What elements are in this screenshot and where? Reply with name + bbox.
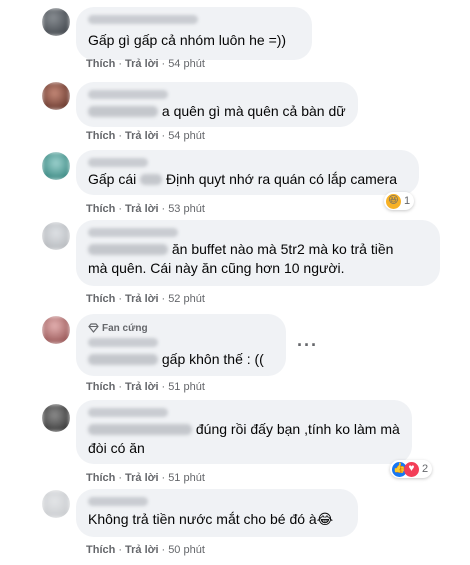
love-reaction-icon: ♥ (404, 461, 419, 477)
haha-reaction-icon: 😆 (386, 193, 401, 209)
timestamp[interactable]: 52 phút (168, 293, 205, 305)
comment-actions: Thích · Trả lời · 52 phút (86, 293, 205, 305)
like-button[interactable]: Thích (86, 381, 115, 393)
like-button[interactable]: Thích (86, 203, 115, 215)
author-name[interactable] (88, 90, 168, 99)
more-options-icon[interactable]: ··· (297, 336, 318, 354)
reaction-count[interactable]: 😆 1 (384, 192, 415, 210)
comment-bubble: Gấp cái Định quyt nhớ ra quán có lắp cam… (76, 150, 419, 195)
like-button[interactable]: Thích (86, 293, 115, 305)
author-name[interactable] (88, 338, 158, 347)
reply-button[interactable]: Trả lời (125, 472, 159, 484)
comment-text: Không trả tiền nước mắt cho bé đó à😂 (88, 511, 334, 527)
timestamp[interactable]: 54 phút (168, 130, 205, 142)
comment-1: Gấp gì gấp cả nhóm luôn he =)) Thích · Trả… (0, 0, 470, 78)
comment-text: gấp khôn thế : (( (88, 350, 274, 369)
comment-6: đúng rồi đấy bạn ,tính ko làm mà đòi có … (0, 396, 470, 484)
comment-actions: Thích · Trả lời · 50 phút (86, 544, 205, 556)
comment-actions: Thích · Trả lời · 51 phút (86, 381, 205, 393)
timestamp[interactable]: 51 phút (168, 381, 205, 393)
avatar[interactable] (42, 8, 70, 36)
like-button[interactable]: Thích (86, 130, 115, 142)
comment-text-line-1: đúng rồi đấy bạn ,tính ko làm mà (88, 420, 400, 439)
avatar[interactable] (42, 316, 70, 344)
reaction-count[interactable]: 👍 ♥ 2 (390, 460, 433, 478)
timestamp[interactable]: 51 phút (168, 472, 205, 484)
like-button[interactable]: Thích (86, 544, 115, 556)
comment-text-line-2: đòi có ăn (88, 440, 145, 456)
author-name[interactable] (88, 497, 148, 506)
comment-bubble: Fan cứng gấp khôn thế : (( (76, 314, 286, 376)
comment-7: Không trả tiền nước mắt cho bé đó à😂 Thí… (0, 484, 470, 565)
avatar[interactable] (42, 82, 70, 110)
author-name[interactable] (88, 158, 148, 167)
reply-button[interactable]: Trả lời (125, 381, 159, 393)
reply-button[interactable]: Trả lời (125, 58, 159, 70)
fan-badge: Fan cứng (88, 322, 274, 334)
comment-4: ăn buffet nào mà 5tr2 mà ko trả tiền mà … (0, 218, 470, 310)
like-button[interactable]: Thích (86, 58, 115, 70)
comment-text: Gấp gì gấp cả nhóm luôn he =)) (88, 32, 287, 48)
comment-actions: Thích · Trả lời · 54 phút (86, 58, 205, 70)
comment-bubble: a quên gì mà quên cả bàn dữ (76, 82, 358, 127)
comment-5: Fan cứng gấp khôn thế : (( ··· Thích · Trả… (0, 310, 470, 396)
comment-text: Gấp cái Định quyt nhớ ra quán có lắp cam… (88, 171, 398, 187)
timestamp[interactable]: 54 phút (168, 58, 205, 70)
avatar[interactable] (42, 490, 70, 518)
reply-button[interactable]: Trả lời (125, 293, 159, 305)
diamond-icon (88, 323, 99, 333)
comment-bubble: Không trả tiền nước mắt cho bé đó à😂 (76, 489, 358, 537)
like-button[interactable]: Thích (86, 472, 115, 484)
avatar[interactable] (42, 152, 70, 180)
reply-button[interactable]: Trả lời (125, 544, 159, 556)
avatar[interactable] (42, 222, 70, 250)
comment-2: a quên gì mà quên cả bàn dữ Thích · Trả lờ… (0, 78, 470, 150)
comment-bubble: ăn buffet nào mà 5tr2 mà ko trả tiền mà … (76, 220, 440, 286)
avatar[interactable] (42, 404, 70, 432)
comment-actions: Thích · Trả lời · 53 phút (86, 203, 205, 215)
comment-bubble: đúng rồi đấy bạn ,tính ko làm mà đòi có … (76, 400, 412, 464)
author-name[interactable] (88, 408, 168, 417)
reply-button[interactable]: Trả lời (125, 130, 159, 142)
reply-button[interactable]: Trả lời (125, 203, 159, 215)
comment-text-line-1: ăn buffet nào mà 5tr2 mà ko trả tiền (88, 240, 428, 259)
timestamp[interactable]: 50 phút (168, 544, 205, 556)
comment-actions: Thích · Trả lời · 51 phút (86, 472, 205, 484)
timestamp[interactable]: 53 phút (168, 203, 205, 215)
author-name[interactable] (88, 228, 178, 237)
comment-bubble: Gấp gì gấp cả nhóm luôn he =)) (76, 7, 312, 60)
comment-3: Gấp cái Định quyt nhớ ra quán có lắp cam… (0, 150, 470, 218)
author-name[interactable] (88, 15, 198, 24)
comment-actions: Thích · Trả lời · 54 phút (86, 130, 205, 142)
comment-text-line-2: mà quên. Cái này ăn cũng hơn 10 người. (88, 260, 345, 276)
comment-text: a quên gì mà quên cả bàn dữ (88, 102, 346, 121)
